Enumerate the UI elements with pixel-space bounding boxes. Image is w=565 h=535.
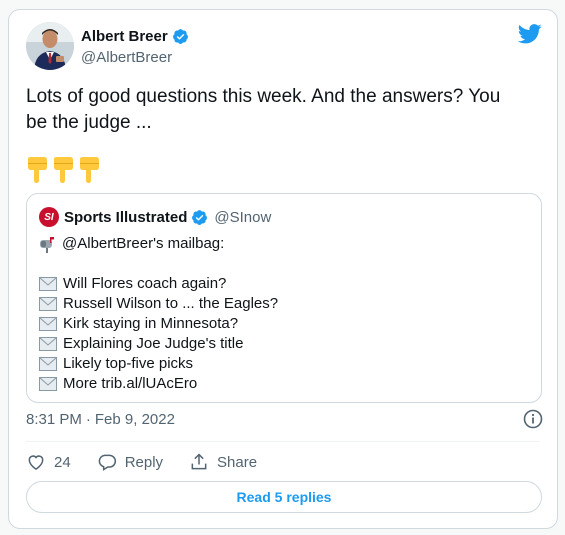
reply-button[interactable]: Reply xyxy=(97,450,163,474)
tweet-text: Lots of good questions this week. And th… xyxy=(26,86,501,133)
divider xyxy=(26,441,540,442)
quoted-intro-text: @AlbertBreer's mailbag: xyxy=(62,235,225,252)
timestamp-separator: · xyxy=(85,411,91,428)
author-name-row: Albert Breer xyxy=(81,28,189,45)
quoted-intro-line: @AlbertBreer's mailbag: xyxy=(39,234,278,254)
reply-bubble-icon xyxy=(98,454,116,471)
share-label: Share xyxy=(217,453,258,471)
mailbag-item: Explaining Joe Judge's title xyxy=(39,334,278,354)
author-display-name[interactable]: Albert Breer xyxy=(81,28,168,45)
share-upload-icon xyxy=(191,453,207,470)
quoted-display-name[interactable]: Sports Illustrated xyxy=(64,209,187,226)
tweet-card: Albert Breer @AlbertBreer Lots of good q… xyxy=(8,9,558,529)
mailbag-item-text: Explaining Joe Judge's title xyxy=(63,335,244,352)
point-down-emoji-icon xyxy=(80,157,99,183)
point-down-emoji-icon xyxy=(28,157,47,183)
info-icon[interactable] xyxy=(523,409,543,429)
author-avatar[interactable] xyxy=(26,22,74,70)
tweet-actions: 24 Reply Share xyxy=(26,450,257,474)
quoted-tweet-header: SI Sports Illustrated @SInow xyxy=(39,207,271,227)
mailbag-item: Likely top-five picks xyxy=(39,354,278,374)
twitter-bird-icon[interactable] xyxy=(518,24,542,44)
reply-label: Reply xyxy=(124,453,164,471)
quoted-handle[interactable]: @SInow xyxy=(214,209,271,226)
mailbag-item-text: More trib.al/lUAcEro xyxy=(63,375,198,392)
envelope-icon xyxy=(39,357,57,371)
share-button[interactable]: Share xyxy=(189,450,257,474)
envelope-icon xyxy=(39,277,57,291)
mailbag-item: Will Flores coach again? xyxy=(39,274,278,294)
mailbox-icon xyxy=(40,236,54,253)
mailbag-item-text: Likely top-five picks xyxy=(63,355,194,372)
mailbag-item: Kirk staying in Minnesota? xyxy=(39,314,278,334)
tweet-timestamp[interactable]: 8:31 PM · Feb 9, 2022 xyxy=(26,411,175,428)
verified-badge-icon xyxy=(192,209,208,225)
envelope-icon xyxy=(39,337,57,351)
mailbag-item-text: Will Flores coach again? xyxy=(63,275,227,292)
like-count: 24 xyxy=(54,453,71,471)
envelope-icon xyxy=(39,377,57,391)
mailbag-item: Russell Wilson to ... the Eagles? xyxy=(39,294,278,314)
tweet-time: 8:31 PM xyxy=(26,411,82,428)
like-button[interactable]: 24 xyxy=(26,450,71,474)
emoji-row xyxy=(26,157,100,183)
mailbag-item-text: Russell Wilson to ... the Eagles? xyxy=(63,295,279,312)
heart-icon xyxy=(28,455,44,470)
envelope-icon xyxy=(39,317,57,331)
verified-badge-icon xyxy=(172,29,188,44)
mailbag-item: More trib.al/lUAcEro xyxy=(39,374,278,394)
si-logo-icon: SI xyxy=(39,207,59,227)
envelope-icon xyxy=(39,297,57,311)
mailbag-item-text: Kirk staying in Minnesota? xyxy=(63,315,239,332)
read-replies-button[interactable]: Read 5 replies xyxy=(26,481,542,513)
quoted-tweet[interactable]: SI Sports Illustrated @SInow @AlbertBree… xyxy=(26,193,542,403)
point-down-emoji-icon xyxy=(54,157,73,183)
tweet-date: Feb 9, 2022 xyxy=(94,411,175,428)
quoted-tweet-body: @AlbertBreer's mailbag: Will Flores coac… xyxy=(39,234,278,394)
quoted-body-spacer xyxy=(39,254,278,274)
author-handle[interactable]: @AlbertBreer xyxy=(81,49,172,66)
